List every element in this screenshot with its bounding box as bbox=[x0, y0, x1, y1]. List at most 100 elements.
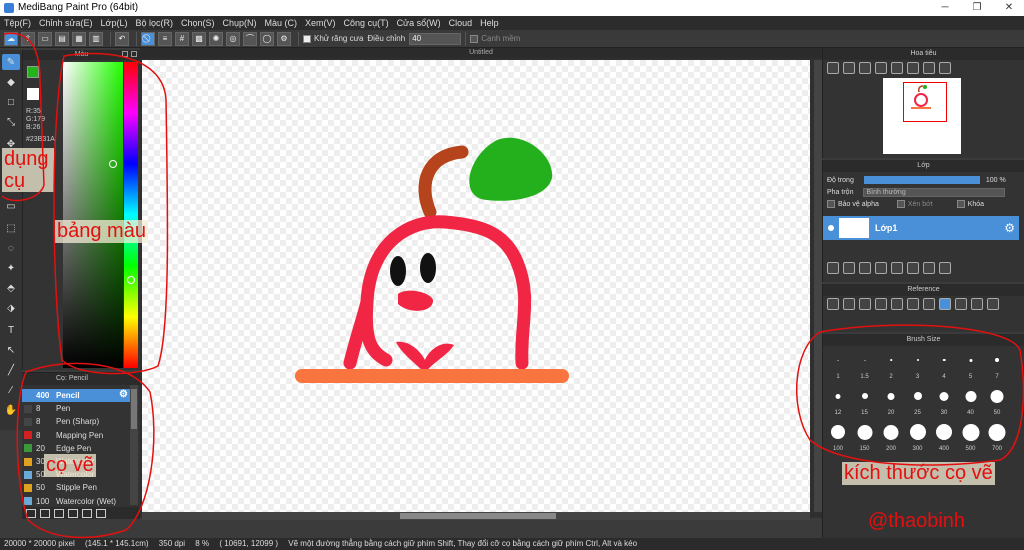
brush-size-option[interactable]: 40 bbox=[958, 382, 984, 416]
open-folder-icon[interactable] bbox=[843, 298, 855, 310]
eraser-tool-icon[interactable]: ◆ bbox=[2, 74, 20, 90]
duplicate-layer-icon[interactable] bbox=[907, 262, 919, 274]
zoom-out-icon[interactable] bbox=[907, 298, 919, 310]
new-8bit-layer-icon[interactable] bbox=[859, 262, 871, 274]
brush-size-option[interactable]: 50 bbox=[984, 382, 1010, 416]
dot-tool-icon[interactable]: ⤡ bbox=[2, 114, 20, 130]
close-button[interactable]: ✕ bbox=[994, 0, 1024, 16]
brush-size-option[interactable]: 150 bbox=[852, 418, 878, 452]
correction-select[interactable]: 40 bbox=[409, 32, 462, 45]
new-brush-icon[interactable] bbox=[40, 508, 50, 518]
minimize-button[interactable]: ─ bbox=[930, 0, 960, 16]
select-tool-icon[interactable]: ⬚ bbox=[2, 220, 20, 236]
lasso-tool-icon[interactable]: ◌ bbox=[2, 240, 20, 256]
menu-file[interactable]: Tệp(F) bbox=[4, 18, 31, 28]
navigator-thumbnail[interactable] bbox=[883, 78, 961, 154]
magic-wand-icon[interactable]: ✦ bbox=[2, 260, 20, 276]
menu-edit[interactable]: Chỉnh sửa(E) bbox=[39, 18, 93, 28]
layer-item[interactable]: Lớp1 ⚙ bbox=[823, 216, 1019, 240]
brush-size-option[interactable]: 12 bbox=[825, 382, 851, 416]
eyedropper-icon[interactable] bbox=[923, 298, 935, 310]
menu-help[interactable]: Help bbox=[480, 18, 499, 28]
zoom-in-icon[interactable] bbox=[827, 62, 839, 74]
cloud-icon[interactable]: ☁ bbox=[4, 31, 18, 46]
navigator-viewport[interactable] bbox=[903, 82, 947, 122]
radial-snap-icon[interactable]: ✺ bbox=[209, 31, 223, 46]
menu-view[interactable]: Xem(V) bbox=[305, 18, 336, 28]
brush-item[interactable]: 50 Stipple Pen bbox=[22, 481, 130, 494]
drawing-canvas[interactable] bbox=[142, 60, 810, 512]
rotate-right-icon[interactable] bbox=[987, 298, 999, 310]
brush-size-option[interactable]: 30 bbox=[931, 382, 957, 416]
menu-filter[interactable]: Bộ lọc(R) bbox=[135, 18, 173, 28]
chat-icon[interactable]: ▤ bbox=[55, 31, 69, 46]
new-layer-icon[interactable] bbox=[827, 262, 839, 274]
panel-icon[interactable]: ▦ bbox=[72, 31, 86, 46]
rotate-left-icon[interactable] bbox=[891, 62, 903, 74]
parallel-snap-icon[interactable]: ≡ bbox=[158, 31, 172, 46]
cloud-brush-icon[interactable] bbox=[26, 508, 36, 518]
cloud-icon[interactable] bbox=[827, 298, 839, 310]
brush-size-option[interactable]: 7 bbox=[984, 346, 1010, 380]
lock-checkbox[interactable] bbox=[956, 200, 965, 208]
brush-item[interactable]: 20 Edge Pen bbox=[22, 442, 130, 455]
rotate-reset-icon[interactable] bbox=[971, 298, 983, 310]
copy-brush-icon[interactable] bbox=[96, 508, 106, 518]
maximize-button[interactable]: ❐ bbox=[962, 0, 992, 16]
rotate-right-icon[interactable] bbox=[923, 62, 935, 74]
brush-size-option[interactable]: 400 bbox=[931, 418, 957, 452]
foreground-color-swatch[interactable] bbox=[27, 66, 39, 78]
brush-item[interactable]: 100 Watercolor (Wet) bbox=[22, 495, 130, 508]
brush-size-option[interactable]: 2 bbox=[878, 346, 904, 380]
antialias-checkbox[interactable] bbox=[303, 34, 311, 43]
brush-settings-icon[interactable] bbox=[68, 508, 78, 518]
close-icon[interactable] bbox=[131, 51, 137, 57]
sv-picker-handle[interactable] bbox=[109, 160, 117, 168]
brush-size-option[interactable]: 100 bbox=[825, 418, 851, 452]
hand-icon[interactable] bbox=[939, 298, 951, 310]
opacity-slider[interactable] bbox=[863, 176, 980, 184]
white-swatch[interactable] bbox=[27, 88, 39, 100]
soft-edge-checkbox[interactable] bbox=[470, 34, 479, 43]
rotate-left-icon[interactable] bbox=[955, 298, 967, 310]
new-halftone-layer-icon[interactable] bbox=[843, 262, 855, 274]
eyedropper-tool-icon[interactable]: ⁄ bbox=[2, 382, 20, 398]
zoom-in-icon[interactable] bbox=[875, 298, 887, 310]
curve-snap-icon[interactable]: ⌒ bbox=[243, 31, 257, 46]
vanishing-point-icon[interactable]: ▩ bbox=[192, 31, 206, 46]
menu-cloud[interactable]: Cloud bbox=[449, 18, 473, 28]
folder-icon[interactable] bbox=[82, 508, 92, 518]
zoom-out-icon[interactable] bbox=[843, 62, 855, 74]
menu-color[interactable]: Màu (C) bbox=[265, 18, 298, 28]
add-layer-menu-icon[interactable] bbox=[875, 262, 887, 274]
hand-tool-icon[interactable]: ✋ bbox=[2, 402, 20, 418]
menu-layer[interactable]: Lớp(L) bbox=[101, 18, 128, 28]
operation-tool-icon[interactable]: ↖ bbox=[2, 342, 20, 358]
hue-slider[interactable] bbox=[124, 62, 138, 368]
share-icon[interactable]: ⇪ bbox=[21, 31, 35, 46]
brush-size-option[interactable]: 500 bbox=[958, 418, 984, 452]
merge-layer-icon[interactable] bbox=[923, 262, 935, 274]
brush-item[interactable]: 8 Pen (Sharp) bbox=[22, 415, 130, 428]
select-pen-icon[interactable]: ⬘ bbox=[2, 280, 20, 296]
brush-size-option[interactable]: 25 bbox=[905, 382, 931, 416]
scroll-thumb[interactable] bbox=[131, 389, 137, 429]
grid-icon[interactable]: ▥ bbox=[89, 31, 103, 46]
brush-size-option[interactable]: 1 bbox=[825, 346, 851, 380]
document-tab[interactable]: Untitled bbox=[140, 48, 822, 58]
brush-size-option[interactable]: 4 bbox=[931, 346, 957, 380]
brush-settings-icon[interactable]: ⚙ bbox=[119, 389, 128, 400]
divide-tool-icon[interactable]: ╱ bbox=[2, 362, 20, 378]
delete-layer-icon[interactable] bbox=[939, 262, 951, 274]
brush-size-option[interactable]: 200 bbox=[878, 418, 904, 452]
fit-icon[interactable] bbox=[859, 62, 871, 74]
brush-scrollbar[interactable] bbox=[130, 385, 138, 505]
scroll-thumb[interactable] bbox=[400, 513, 556, 519]
menu-tools[interactable]: Công cụ(T) bbox=[344, 18, 389, 28]
text-tool-icon[interactable]: T bbox=[2, 322, 20, 338]
canvas-vertical-scrollbar[interactable] bbox=[814, 60, 822, 512]
fit-icon[interactable] bbox=[891, 298, 903, 310]
brush-item[interactable]: 400 Pencil ⚙ bbox=[22, 389, 130, 402]
brush-size-option[interactable]: 3 bbox=[905, 346, 931, 380]
blend-mode-select[interactable]: Bình thường bbox=[863, 187, 1006, 197]
